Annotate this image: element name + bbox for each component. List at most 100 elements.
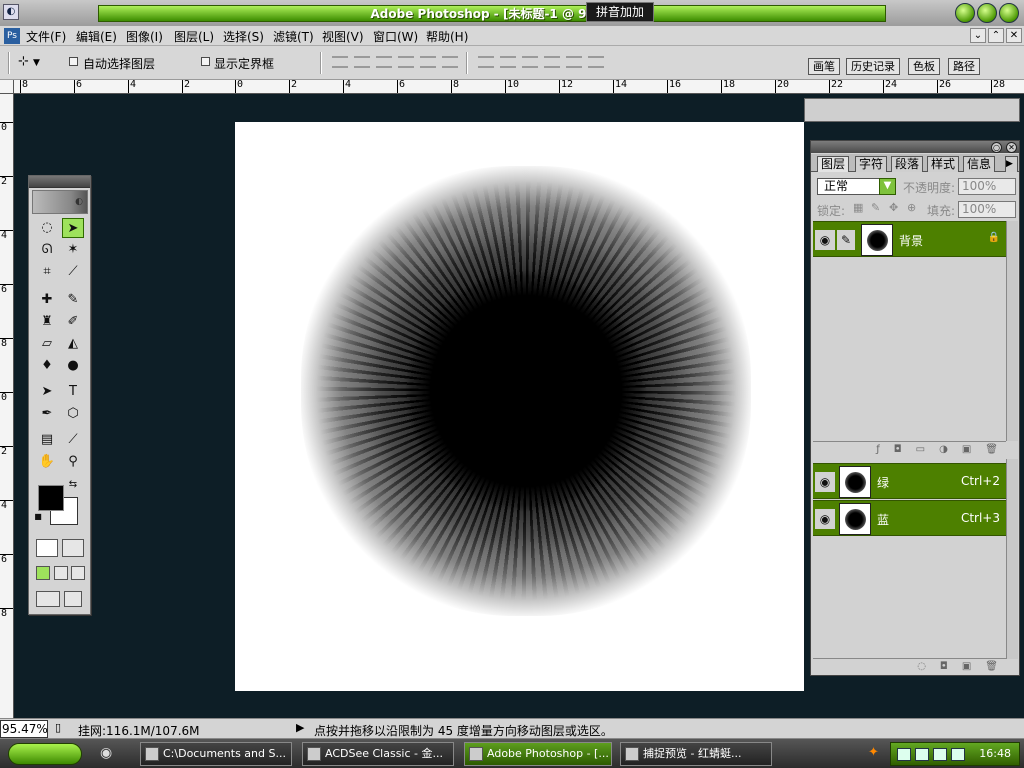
layer-style-icon[interactable]: ƒ bbox=[876, 442, 880, 457]
horizontal-ruler[interactable]: 8 6 4 2 0 2 4 6 8 10 12 14 16 18 20 22 2… bbox=[14, 80, 1024, 94]
full-screen-mode-icon[interactable] bbox=[71, 566, 85, 580]
load-selection-icon[interactable]: ◌ bbox=[917, 659, 926, 674]
eye-icon[interactable]: ◉ bbox=[815, 230, 835, 250]
new-group-icon[interactable]: ▭ bbox=[916, 442, 925, 457]
doc-minimize-icon[interactable]: ⌄ bbox=[970, 28, 986, 43]
jump-to-imageready-icon[interactable] bbox=[36, 591, 60, 607]
vertical-ruler[interactable]: 0 2 4 6 8 0 2 4 6 8 bbox=[0, 94, 14, 718]
distribute-right-icon[interactable] bbox=[588, 56, 604, 68]
menu-file[interactable]: 文件(F) bbox=[26, 28, 66, 45]
tool-preset-picker[interactable]: ⊹ ▼ bbox=[18, 54, 40, 69]
show-bounds-checkbox[interactable] bbox=[201, 57, 210, 66]
tray-icon[interactable] bbox=[951, 748, 965, 761]
well-tab-swatches[interactable]: 色板 bbox=[908, 58, 940, 75]
mask-icon[interactable]: ◘ bbox=[894, 442, 902, 457]
status-menu-arrow-icon[interactable]: ▶ bbox=[296, 721, 304, 734]
align-right-icon[interactable] bbox=[442, 56, 458, 68]
opacity-field[interactable]: 100% bbox=[958, 178, 1016, 195]
zoom-field[interactable]: 95.47% bbox=[0, 720, 48, 738]
distribute-hcenter-icon[interactable] bbox=[566, 56, 582, 68]
paint-bucket-tool-icon[interactable]: ◭ bbox=[62, 334, 84, 354]
tab-info[interactable]: 信息 bbox=[963, 156, 996, 172]
type-tool-icon[interactable]: T bbox=[62, 382, 84, 402]
language-icon[interactable]: ✦ bbox=[868, 745, 879, 760]
menu-window[interactable]: 窗口(W) bbox=[373, 28, 418, 45]
layers-palette-titlebar[interactable] bbox=[811, 141, 1019, 153]
well-tab-brushes[interactable]: 画笔 bbox=[808, 58, 840, 75]
menu-view[interactable]: 视图(V) bbox=[322, 28, 364, 45]
task-photoshop[interactable]: Adobe Photoshop - [... bbox=[464, 742, 612, 766]
new-channel-icon[interactable]: ▣ bbox=[962, 659, 971, 674]
well-tab-paths[interactable]: 路径 bbox=[948, 58, 980, 75]
magic-wand-tool-icon[interactable]: ✶ bbox=[62, 240, 84, 260]
healing-brush-tool-icon[interactable]: ✚ bbox=[36, 290, 58, 310]
clone-stamp-tool-icon[interactable]: ♜ bbox=[36, 312, 58, 332]
trash-icon[interactable]: 🗑 bbox=[985, 659, 998, 674]
ime-indicator[interactable]: 拼音加加 bbox=[586, 2, 654, 22]
clock[interactable]: 16:48 bbox=[979, 747, 1011, 760]
auto-select-checkbox[interactable] bbox=[69, 57, 78, 66]
full-screen-menu-mode-icon[interactable] bbox=[54, 566, 68, 580]
distribute-bottom-icon[interactable] bbox=[522, 56, 538, 68]
menu-image[interactable]: 图像(I) bbox=[126, 28, 163, 45]
trash-icon[interactable]: 🗑 bbox=[985, 442, 998, 457]
align-left-icon[interactable] bbox=[398, 56, 414, 68]
shape-tool-icon[interactable]: ⬡ bbox=[62, 404, 84, 424]
brush-link-icon[interactable]: ✎ bbox=[837, 230, 855, 250]
channel-row-blue[interactable]: ◉ 蓝 Ctrl+3 bbox=[813, 500, 1006, 536]
toolbox-titlebar[interactable] bbox=[29, 176, 90, 188]
standard-mode-icon[interactable] bbox=[36, 539, 58, 557]
path-selection-tool-icon[interactable]: ➤ bbox=[36, 382, 58, 402]
tab-character[interactable]: 字符 bbox=[855, 156, 888, 172]
blur-tool-icon[interactable]: ♦ bbox=[36, 356, 58, 376]
tray-icon[interactable] bbox=[933, 748, 947, 761]
notes-tool-icon[interactable]: ▤ bbox=[36, 430, 58, 450]
zoom-tool-icon[interactable]: ⚲ bbox=[62, 452, 84, 472]
eye-icon[interactable]: ◉ bbox=[815, 509, 835, 529]
doc-close-icon[interactable]: ✕ bbox=[1006, 28, 1022, 43]
tab-styles[interactable]: 样式 bbox=[927, 156, 960, 172]
palette-menu-arrow-icon[interactable]: ▶ bbox=[1005, 156, 1018, 172]
task-explorer[interactable]: C:\Documents and S... bbox=[140, 742, 292, 766]
quicklaunch-icon[interactable]: ◉ bbox=[100, 745, 112, 761]
tray-icon[interactable] bbox=[897, 748, 911, 761]
close-button[interactable] bbox=[999, 3, 1019, 23]
tray-icon[interactable] bbox=[915, 748, 929, 761]
distribute-vcenter-icon[interactable] bbox=[500, 56, 516, 68]
adjustment-layer-icon[interactable]: ◑ bbox=[939, 442, 948, 457]
hand-tool-icon[interactable]: ✋ bbox=[36, 452, 58, 472]
distribute-left-icon[interactable] bbox=[544, 56, 560, 68]
task-capture-preview[interactable]: 捕捉预览 - 红蜻蜓... bbox=[620, 742, 772, 766]
start-button[interactable] bbox=[8, 743, 82, 765]
imageready-icon[interactable] bbox=[64, 591, 82, 607]
slice-tool-icon[interactable]: ⟋ bbox=[62, 262, 84, 282]
pen-tool-icon[interactable]: ✒ bbox=[36, 404, 58, 424]
well-tab-history[interactable]: 历史记录 bbox=[846, 58, 900, 75]
menu-select[interactable]: 选择(S) bbox=[223, 28, 264, 45]
fill-field[interactable]: 100% bbox=[958, 201, 1016, 218]
eraser-tool-icon[interactable]: ▱ bbox=[36, 334, 58, 354]
default-colors-icon[interactable]: ■ bbox=[33, 512, 43, 522]
dodge-tool-icon[interactable]: ● bbox=[62, 356, 84, 376]
move-tool-icon[interactable]: ➤ bbox=[62, 218, 84, 238]
adobe-logo-icon[interactable]: ◐ bbox=[32, 190, 88, 214]
new-layer-icon[interactable]: ▣ bbox=[962, 442, 971, 457]
doc-restore-icon[interactable]: ⌃ bbox=[988, 28, 1004, 43]
align-vcenter-icon[interactable] bbox=[354, 56, 370, 68]
quick-mask-mode-icon[interactable] bbox=[62, 539, 84, 557]
task-acdsee[interactable]: ACDSee Classic - 金... bbox=[302, 742, 454, 766]
menu-help[interactable]: 帮助(H) bbox=[426, 28, 468, 45]
align-bottom-icon[interactable] bbox=[376, 56, 392, 68]
document-info-icon[interactable]: ▯ bbox=[55, 721, 61, 734]
maximize-button[interactable] bbox=[977, 3, 997, 23]
palette-minimize-icon[interactable]: ○ bbox=[991, 142, 1002, 153]
layers-scrollbar[interactable] bbox=[1006, 221, 1018, 441]
lock-pixels-icon[interactable]: ✎ bbox=[871, 201, 880, 214]
history-brush-tool-icon[interactable]: ✐ bbox=[62, 312, 84, 332]
minimize-button[interactable] bbox=[955, 3, 975, 23]
ruler-origin[interactable] bbox=[0, 80, 14, 94]
foreground-color-swatch[interactable] bbox=[38, 485, 64, 511]
lock-position-icon[interactable]: ✥ bbox=[889, 201, 898, 214]
eye-icon[interactable]: ◉ bbox=[815, 472, 835, 492]
channels-scrollbar[interactable] bbox=[1006, 459, 1018, 659]
